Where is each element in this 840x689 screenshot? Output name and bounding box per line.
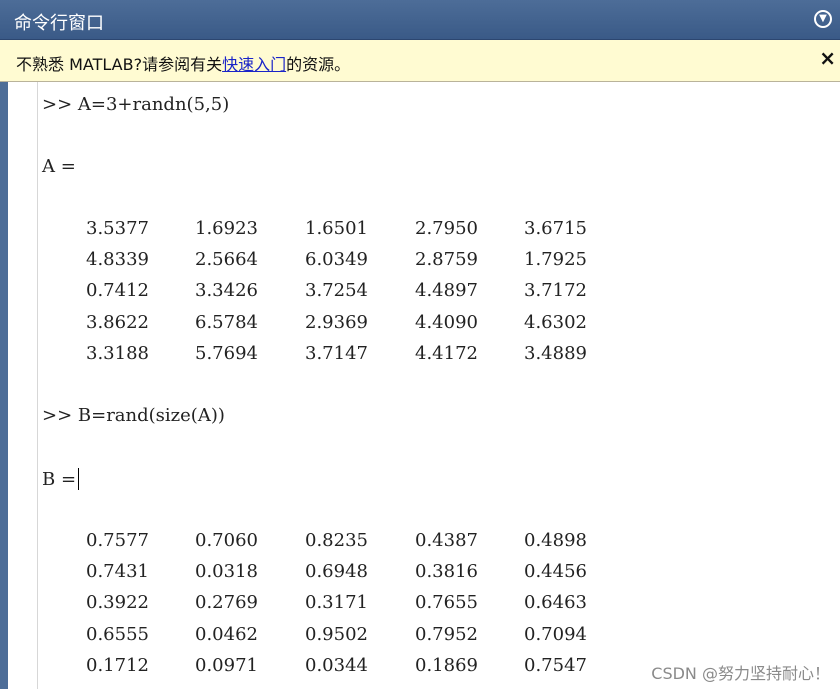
left-border — [0, 82, 8, 689]
matrix-cell: 1.6501 — [305, 218, 368, 239]
chevron-down-circle-icon[interactable]: ▼ — [814, 10, 832, 28]
matrix-cell: 4.6302 — [524, 311, 587, 333]
matrix-cell: 0.6948 — [305, 561, 368, 583]
matrix-cell: 2.7950 — [415, 218, 478, 239]
matrix-cell: 0.0318 — [195, 561, 258, 583]
matrix-cell: 4.4090 — [415, 311, 478, 333]
window-title: 命令行窗口 — [14, 13, 104, 34]
matrix-cell: 1.7925 — [524, 249, 587, 271]
matrix-cell: 0.7412 — [86, 280, 149, 302]
matrix-cell: 2.9369 — [305, 311, 368, 333]
matrix-cell: 0.3816 — [415, 561, 478, 583]
console-gutter — [8, 82, 38, 689]
matrix-cell: 0.7094 — [524, 623, 587, 645]
matrix-cell: 0.7577 — [86, 530, 149, 551]
variable-a-label: A = — [42, 156, 76, 177]
matrix-cell: 0.1869 — [415, 654, 478, 676]
matrix-cell: 3.4889 — [524, 342, 587, 364]
matrix-cell: 0.4387 — [415, 530, 478, 551]
watermark: CSDN @努力坚持耐心！ — [651, 664, 830, 683]
matrix-cell: 4.4172 — [415, 342, 478, 364]
matrix-cell: 0.6555 — [86, 623, 149, 645]
matrix-cell: 0.7431 — [86, 561, 149, 583]
matrix-cell: 4.4897 — [415, 280, 478, 302]
command-line-1: >> A=3+randn(5,5) — [42, 94, 230, 115]
matrix-cell: 0.7655 — [415, 592, 478, 614]
command-line-2: >> B=rand(size(A)) — [42, 405, 225, 426]
matrix-cell: 0.8235 — [305, 530, 368, 551]
close-icon[interactable]: × — [819, 48, 836, 68]
matrix-cell: 0.0462 — [195, 623, 258, 645]
matrix-cell: 0.9502 — [305, 623, 368, 645]
info-message: 不熟悉 MATLAB?请参阅有关快速入门的资源。 — [16, 51, 350, 75]
info-suffix: 的资源。 — [286, 55, 351, 74]
matrix-cell: 0.3171 — [305, 592, 368, 614]
matrix-cell: 6.0349 — [305, 249, 368, 271]
matrix-cell: 2.5664 — [195, 249, 258, 271]
matrix-cell: 3.3426 — [195, 280, 258, 302]
matrix-cell: 0.0344 — [305, 654, 368, 676]
info-bar: 不熟悉 MATLAB?请参阅有关快速入门的资源。 × — [0, 40, 840, 82]
matrix-cell: 0.4898 — [524, 530, 587, 551]
matrix-cell: 0.7060 — [195, 530, 258, 551]
matrix-cell: 4.8339 — [86, 249, 149, 271]
matrix-cell: 0.2769 — [195, 592, 258, 614]
matrix-cell: 0.0971 — [195, 654, 258, 676]
matrix-cell: 3.3188 — [86, 342, 149, 364]
quick-start-link[interactable]: 快速入门 — [222, 55, 286, 74]
matrix-cell: 3.8622 — [86, 311, 149, 333]
matrix-cell: 0.4456 — [524, 561, 587, 583]
matrix-cell: 0.1712 — [86, 654, 149, 676]
matrix-cell: 3.7254 — [305, 280, 368, 302]
matrix-cell: 6.5784 — [195, 311, 258, 333]
variable-b-text: B = — [42, 469, 77, 490]
text-cursor — [78, 468, 80, 490]
matrix-cell: 0.6463 — [524, 592, 587, 614]
window-titlebar: 命令行窗口 ▼ — [0, 0, 840, 40]
variable-b-label: B = — [42, 468, 80, 490]
matrix-cell: 3.5377 — [86, 218, 149, 239]
matrix-cell: 2.8759 — [415, 249, 478, 271]
matrix-cell: 0.3922 — [86, 592, 149, 614]
matrix-cell: 3.6715 — [524, 218, 587, 239]
matrix-cell: 1.6923 — [195, 218, 258, 239]
matrix-cell: 0.7547 — [524, 654, 587, 676]
matrix-cell: 5.7694 — [195, 342, 258, 364]
matrix-cell: 0.7952 — [415, 623, 478, 645]
matrix-cell: 3.7147 — [305, 342, 368, 364]
matrix-cell: 3.7172 — [524, 280, 587, 302]
info-prefix: 不熟悉 MATLAB?请参阅有关 — [16, 55, 223, 74]
command-window-console[interactable]: >> A=3+randn(5,5) A = 3.5377 1.6923 1.6501… — [38, 82, 840, 689]
